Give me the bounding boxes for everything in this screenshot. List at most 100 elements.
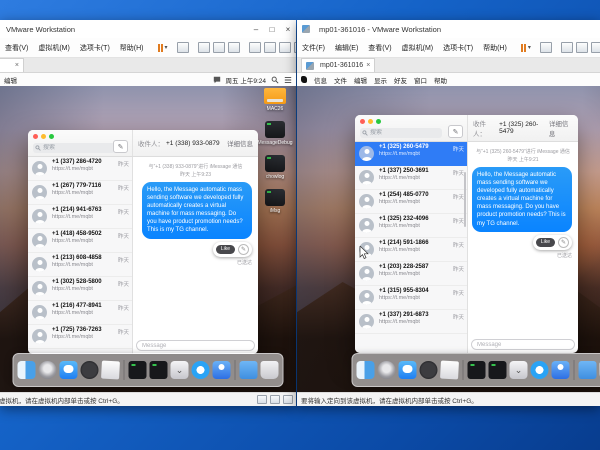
conversation-row[interactable]: 昨天+1 (315) 955-8304https://t.me/mqbt [355, 286, 467, 310]
traffic-lights[interactable] [360, 119, 381, 124]
archive-utility-icon[interactable]: ⌄ [510, 361, 528, 379]
minimize-traffic-light[interactable] [41, 134, 46, 139]
sent-message-bubble[interactable]: Hello, the Message automatic mass sendin… [472, 167, 572, 232]
dark-app-icon[interactable] [420, 361, 438, 379]
titlebar[interactable]: VMware Workstation – □ × [0, 20, 296, 38]
search-input[interactable] [41, 144, 113, 152]
archive-utility-icon[interactable]: ⌄ [171, 361, 189, 379]
search-field[interactable] [33, 143, 115, 153]
safari-icon[interactable] [192, 361, 210, 379]
menu-vm[interactable]: 虚拟机(M) [397, 43, 439, 53]
menu-help[interactable]: 帮助(H) [115, 43, 149, 53]
snapshot-revert-icon[interactable] [213, 42, 225, 53]
menu-tabs[interactable]: 选项卡(T) [75, 43, 115, 53]
conversation-row-selected[interactable]: 昨天+1 (325) 260-5479https://t.me/mqbt [355, 142, 467, 166]
text-document-icon[interactable] [440, 361, 459, 380]
suspend-button[interactable] [158, 44, 163, 52]
conversation-row[interactable]: 昨天+1 (267) 779-7116https://t.me/mqbt [28, 181, 132, 205]
desktop-icon-chowlog[interactable]: chowlog [265, 155, 285, 180]
menu-edit[interactable]: 编辑(E) [330, 43, 363, 53]
sent-message-bubble[interactable]: Hello, the Message automatic mass sendin… [142, 182, 252, 239]
close-traffic-light[interactable] [360, 119, 365, 124]
display-status-icon[interactable] [283, 395, 293, 404]
handwriting-icon[interactable]: ✎ [238, 244, 249, 255]
conversation-row[interactable]: 昨天+1 (337) 250-3691https://t.me/mqbt [355, 166, 467, 190]
close-button[interactable]: × [280, 21, 296, 37]
network-status-icon[interactable] [270, 395, 280, 404]
minimize-button[interactable]: – [248, 21, 264, 37]
launchpad-icon[interactable] [378, 361, 396, 379]
zoom-traffic-light[interactable] [49, 134, 54, 139]
conversation-row[interactable]: 昨天+1 (214) 941-6763https://t.me/mqbt [28, 205, 132, 229]
details-link[interactable]: 详细信息 [549, 118, 573, 138]
fullscreen-icon[interactable] [279, 42, 291, 53]
conversation-row[interactable]: 昨天+1 (337) 291-6873https://t.me/mqbt [355, 310, 467, 334]
downloads-folder-icon[interactable] [579, 361, 597, 379]
maximize-button[interactable]: □ [264, 21, 280, 37]
menu-view[interactable]: 查看(V) [0, 43, 33, 53]
mac-menu-messages[interactable]: 信息 [314, 75, 327, 85]
notification-center-icon[interactable] [284, 76, 292, 84]
like-suggestion-button[interactable]: Like [216, 245, 235, 254]
hdd-status-icon[interactable] [257, 395, 267, 404]
conversation-row[interactable]: 昨天+1 (302) 528-5800https://t.me/mqbt [28, 277, 132, 301]
scrollbar[interactable] [464, 172, 466, 227]
desktop-icon-disk[interactable]: MAC26 [264, 88, 286, 112]
contacts-icon[interactable] [552, 361, 570, 379]
suspend-button[interactable] [521, 44, 526, 52]
tab-close-icon[interactable]: × [366, 62, 370, 69]
terminal-icon[interactable] [150, 361, 168, 379]
unity-icon[interactable] [294, 42, 296, 53]
conversation-row[interactable]: 昨天+1 (254) 485-0770https://t.me/mqbt [355, 190, 467, 214]
conversation-row[interactable]: 昨天+1 (216) 477-8941https://t.me/mqbt [28, 301, 132, 325]
vm-screen[interactable]: 编辑 周五 上午9:24 MAC26 MessageDebug chowlog [0, 73, 296, 392]
desktop-icon-imsg[interactable]: iMsg [265, 189, 285, 214]
menubar-clock[interactable]: 周五 上午9:24 [226, 75, 266, 85]
suspend-dropdown-icon[interactable]: ▾ [528, 44, 531, 51]
mac-menu-edit[interactable]: 编辑 [4, 75, 17, 85]
mac-menu-window[interactable]: 窗口 [414, 75, 427, 85]
close-traffic-light[interactable] [33, 134, 38, 139]
ctrl-alt-del-icon[interactable] [540, 42, 552, 53]
mac-menu-view[interactable]: 显示 [374, 75, 387, 85]
show-thumbnails-icon[interactable] [264, 42, 276, 53]
snapshot-manager-icon[interactable] [591, 42, 600, 53]
finder-icon[interactable] [18, 361, 36, 379]
like-suggestion-button[interactable]: Like [536, 238, 555, 247]
launchpad-icon[interactable] [39, 361, 57, 379]
menu-file[interactable]: 文件(F) [297, 43, 330, 53]
trash-icon[interactable] [261, 361, 279, 379]
snapshot-take-icon[interactable] [198, 42, 210, 53]
snapshot-manager-icon[interactable] [228, 42, 240, 53]
compose-button[interactable]: ✎ [448, 125, 463, 138]
search-input[interactable] [368, 129, 440, 137]
message-input[interactable] [136, 340, 255, 351]
conversation-row[interactable]: 昨天+1 (325) 232-4096https://t.me/mqbt [355, 214, 467, 238]
show-library-icon[interactable] [249, 42, 261, 53]
mac-menu-edit[interactable]: 编辑 [354, 75, 367, 85]
mac-menu-file[interactable]: 文件 [334, 75, 347, 85]
terminal-icon[interactable] [489, 361, 507, 379]
message-input[interactable] [471, 339, 575, 350]
menu-view[interactable]: 查看(V) [363, 43, 396, 53]
mac-menu-buddies[interactable]: 好友 [394, 75, 407, 85]
conversation-row[interactable]: 昨天+1 (725) 736-7263https://t.me/mqbt [28, 325, 132, 349]
conversation-row[interactable]: 昨天+1 (203) 228-2587https://t.me/mqbt [355, 262, 467, 286]
messages-icon[interactable] [399, 361, 417, 379]
dark-app-icon[interactable] [81, 361, 99, 379]
text-document-icon[interactable] [101, 361, 120, 380]
conversation-row[interactable]: 昨天+1 (337) 286-4720https://t.me/mqbt [28, 157, 132, 181]
details-link[interactable]: 详细信息 [227, 138, 253, 148]
search-field[interactable] [360, 128, 442, 138]
conversation-row[interactable]: 昨天+1 (214) 591-1866https://t.me/mqbt [355, 238, 467, 262]
conversation-row[interactable]: 昨天+1 (418) 458-9502https://t.me/mqbt [28, 229, 132, 253]
messages-icon[interactable] [60, 361, 78, 379]
handwriting-icon[interactable]: ✎ [558, 237, 569, 248]
vm-screen[interactable]: 信息 文件 编辑 显示 好友 窗口 帮助 ✎ [297, 73, 600, 392]
safari-icon[interactable] [531, 361, 549, 379]
menu-tabs[interactable]: 选项卡(T) [438, 43, 478, 53]
chat-status-icon[interactable] [213, 76, 221, 84]
contacts-icon[interactable] [213, 361, 231, 379]
tab-close-icon[interactable]: × [15, 62, 19, 69]
conversation-row[interactable]: 昨天+1 (213) 608-4858https://t.me/mqbt [28, 253, 132, 277]
